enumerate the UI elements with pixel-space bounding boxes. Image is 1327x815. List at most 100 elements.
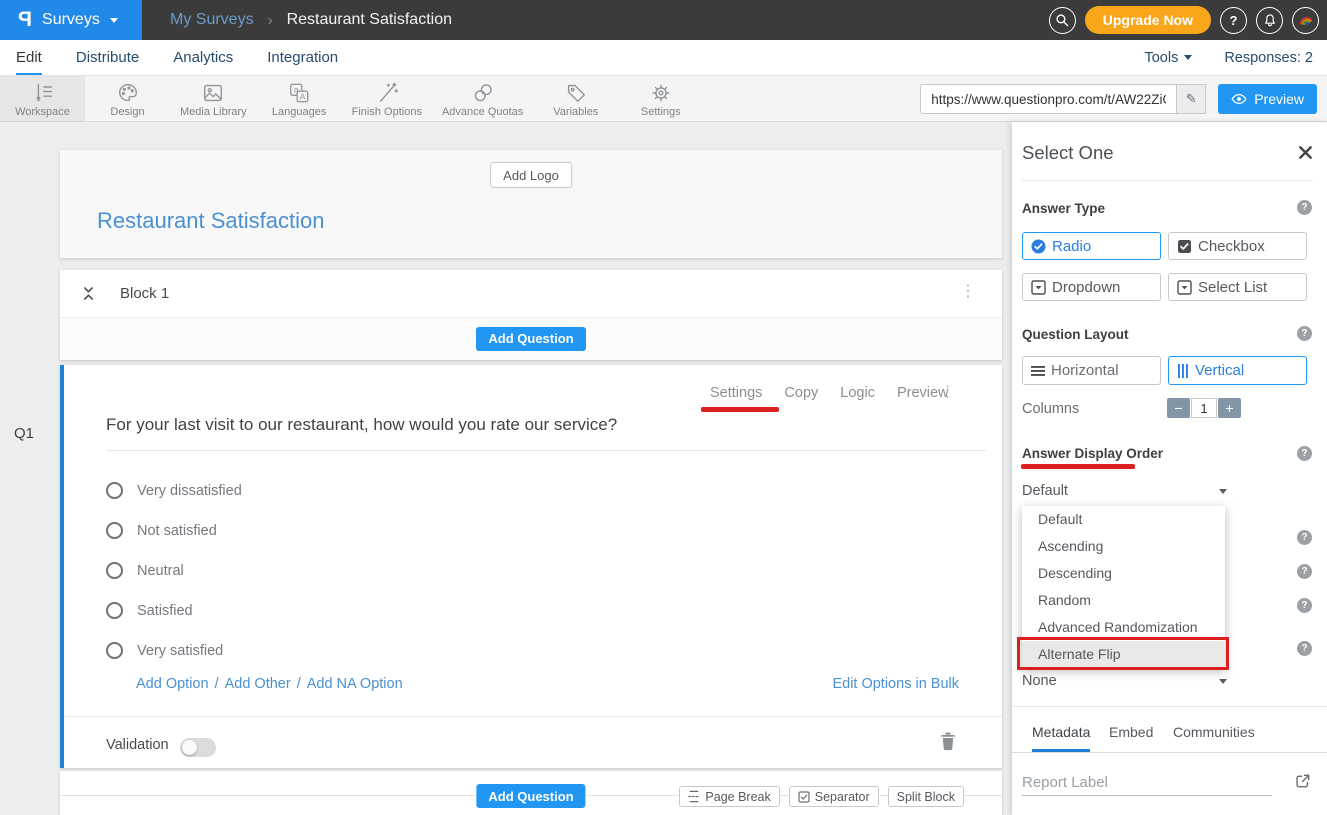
answer-type-select-list-button[interactable]: Select List bbox=[1168, 273, 1307, 301]
notifications-bell-icon[interactable] bbox=[1256, 7, 1283, 34]
answer-type-option-label: Dropdown bbox=[1052, 279, 1120, 296]
answer-option-row: Neutral bbox=[106, 562, 184, 579]
product-switcher[interactable]: P Surveys bbox=[0, 0, 142, 40]
menu-item-advanced-randomization[interactable]: Advanced Randomization bbox=[1022, 614, 1225, 641]
delete-question-trash-icon[interactable] bbox=[940, 732, 956, 751]
breadcrumb-separator: › bbox=[268, 12, 273, 29]
answer-type-option-label: Checkbox bbox=[1198, 238, 1265, 255]
menu-item-ascending[interactable]: Ascending bbox=[1022, 533, 1225, 560]
toolbar-item-workspace[interactable]: Workspace bbox=[0, 76, 85, 121]
menu-item-random[interactable]: Random bbox=[1022, 587, 1225, 614]
answer-option-label[interactable]: Very dissatisfied bbox=[137, 483, 242, 499]
help-icon[interactable]: ? bbox=[1220, 7, 1247, 34]
annotation-underline-answer-display-order bbox=[1021, 464, 1135, 469]
eye-icon bbox=[1231, 93, 1247, 105]
answer-option-label[interactable]: Not satisfied bbox=[137, 523, 217, 539]
radio-button[interactable] bbox=[106, 602, 123, 619]
search-icon[interactable] bbox=[1049, 7, 1076, 34]
help-icon[interactable]: ? bbox=[1297, 200, 1312, 215]
editor-toolbar: Workspace Design Media Library aA Langua… bbox=[0, 76, 1327, 122]
radio-button[interactable] bbox=[106, 562, 123, 579]
help-icon[interactable]: ? bbox=[1297, 564, 1312, 579]
separator-label: Separator bbox=[815, 790, 870, 804]
tab-integration[interactable]: Integration bbox=[267, 40, 338, 75]
panel-tab-embed[interactable]: Embed bbox=[1109, 724, 1153, 749]
report-label-input[interactable] bbox=[1022, 770, 1272, 796]
survey-url-input[interactable] bbox=[920, 84, 1176, 114]
separator-button[interactable]: Separator bbox=[789, 786, 879, 807]
edit-url-pencil-icon[interactable]: ✎ bbox=[1176, 84, 1206, 114]
toolbar-item-media-library[interactable]: Media Library bbox=[170, 76, 257, 121]
divider bbox=[64, 716, 1002, 717]
block-title[interactable]: Block 1 bbox=[120, 285, 169, 302]
responses-count[interactable]: Responses: 2 bbox=[1224, 50, 1313, 66]
add-logo-button[interactable]: Add Logo bbox=[490, 162, 572, 188]
help-icon[interactable]: ? bbox=[1297, 641, 1312, 656]
add-option-link[interactable]: Add Option bbox=[136, 676, 209, 692]
help-icon[interactable]: ? bbox=[1297, 446, 1312, 461]
answer-display-order-select[interactable]: Default bbox=[1022, 483, 1227, 499]
answer-option-label[interactable]: Satisfied bbox=[137, 603, 193, 619]
preview-button[interactable]: Preview bbox=[1218, 84, 1317, 114]
answer-option-label[interactable]: Neutral bbox=[137, 563, 184, 579]
tab-edit[interactable]: Edit bbox=[16, 40, 42, 75]
answer-type-radio-button[interactable]: Radio bbox=[1022, 232, 1161, 260]
none-select[interactable]: None bbox=[1022, 673, 1227, 689]
menu-item-default[interactable]: Default bbox=[1022, 506, 1225, 533]
answer-type-dropdown-button[interactable]: Dropdown bbox=[1022, 273, 1161, 301]
toolbar-item-finish-options[interactable]: Finish Options bbox=[342, 76, 432, 121]
tools-menu[interactable]: Tools bbox=[1144, 50, 1192, 66]
answer-option-row: Satisfied bbox=[106, 602, 193, 619]
menu-item-descending[interactable]: Descending bbox=[1022, 560, 1225, 587]
help-icon[interactable]: ? bbox=[1297, 530, 1312, 545]
questionpro-survey-editor: P Surveys My Surveys › Restaurant Satisf… bbox=[0, 0, 1327, 815]
survey-title[interactable]: Restaurant Satisfaction bbox=[97, 208, 324, 234]
radio-button[interactable] bbox=[106, 522, 123, 539]
edit-options-in-bulk-link[interactable]: Edit Options in Bulk bbox=[832, 676, 959, 692]
question-tab-copy[interactable]: Copy bbox=[784, 385, 818, 401]
tab-distribute[interactable]: Distribute bbox=[76, 40, 139, 75]
answer-option-label[interactable]: Very satisfied bbox=[137, 643, 223, 659]
question-text[interactable]: For your last visit to our restaurant, h… bbox=[106, 415, 617, 435]
columns-increment-button[interactable]: + bbox=[1218, 398, 1241, 418]
panel-tab-communities[interactable]: Communities bbox=[1173, 724, 1255, 749]
columns-stepper: − 1 + bbox=[1167, 398, 1241, 418]
question-tab-logic[interactable]: Logic bbox=[840, 385, 875, 401]
tools-label: Tools bbox=[1144, 50, 1178, 66]
breadcrumb-my-surveys[interactable]: My Surveys bbox=[170, 11, 254, 29]
toolbar-item-settings[interactable]: Settings bbox=[618, 76, 703, 121]
avatar[interactable] bbox=[1292, 7, 1319, 34]
help-icon[interactable]: ? bbox=[1297, 598, 1312, 613]
layout-vertical-button[interactable]: Vertical bbox=[1168, 356, 1307, 385]
toolbar-item-design[interactable]: Design bbox=[85, 76, 170, 121]
radio-button[interactable] bbox=[106, 642, 123, 659]
help-icon[interactable]: ? bbox=[1297, 326, 1312, 341]
page-break-button[interactable]: Page Break bbox=[679, 786, 779, 807]
toolbar-item-label: Advance Quotas bbox=[442, 106, 523, 118]
columns-value[interactable]: 1 bbox=[1191, 398, 1217, 418]
answer-type-checkbox-button[interactable]: Checkbox bbox=[1168, 232, 1307, 260]
add-question-button-bottom[interactable]: Add Question bbox=[476, 784, 585, 808]
external-link-icon[interactable] bbox=[1295, 773, 1311, 789]
columns-decrement-button[interactable]: − bbox=[1167, 398, 1190, 418]
upgrade-button[interactable]: Upgrade Now bbox=[1085, 6, 1211, 34]
question-menu-dots-icon[interactable]: ⋮ bbox=[940, 384, 955, 399]
validation-toggle[interactable] bbox=[180, 738, 216, 757]
close-panel-icon[interactable] bbox=[1298, 145, 1313, 160]
toolbar-item-variables[interactable]: Variables bbox=[533, 76, 618, 121]
panel-tab-metadata[interactable]: Metadata bbox=[1032, 724, 1090, 752]
collapse-block-icon[interactable] bbox=[82, 285, 95, 302]
layout-horizontal-button[interactable]: Horizontal bbox=[1022, 356, 1161, 385]
add-na-option-link[interactable]: Add NA Option bbox=[307, 676, 403, 692]
toolbar-item-label: Settings bbox=[641, 106, 681, 118]
add-question-button-top[interactable]: Add Question bbox=[476, 327, 585, 351]
add-other-link[interactable]: Add Other bbox=[225, 676, 291, 692]
question-tab-settings[interactable]: Settings bbox=[710, 385, 762, 401]
tab-analytics[interactable]: Analytics bbox=[173, 40, 233, 75]
radio-button[interactable] bbox=[106, 482, 123, 499]
split-block-button[interactable]: Split Block bbox=[888, 786, 964, 807]
toolbar-item-advance-quotas[interactable]: Advance Quotas bbox=[432, 76, 533, 121]
toolbar-item-languages[interactable]: aA Languages bbox=[257, 76, 342, 121]
block-menu-dots-icon[interactable]: ⋮ bbox=[960, 284, 976, 300]
menu-item-alternate-flip[interactable]: Alternate Flip bbox=[1022, 641, 1225, 668]
